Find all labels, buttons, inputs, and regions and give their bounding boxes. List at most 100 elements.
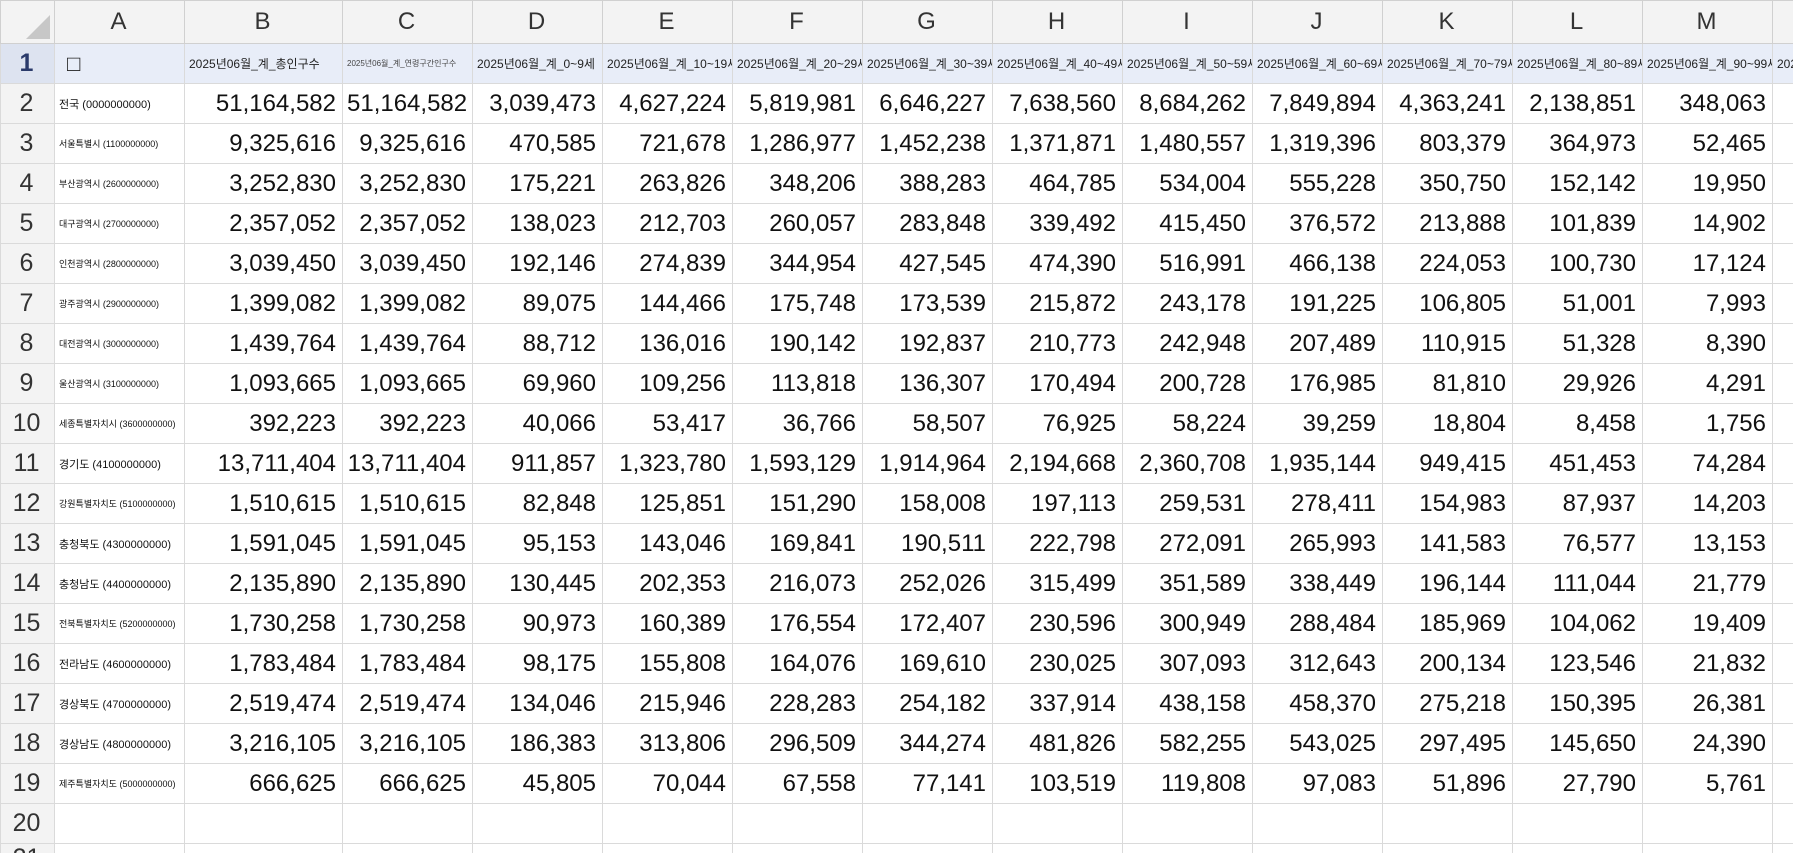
value-cell[interactable]: 51,164,582 — [184, 83, 343, 124]
region-name-cell[interactable]: 경상남도 (4800000000) — [54, 723, 185, 764]
value-cell[interactable]: 254,182 — [862, 683, 993, 724]
value-cell[interactable]: 215,946 — [602, 683, 733, 724]
row-header[interactable]: 8 — [0, 323, 55, 364]
value-cell[interactable]: 3,252,830 — [184, 163, 343, 204]
value-cell[interactable]: 175,221 — [472, 163, 603, 204]
value-cell[interactable]: 125,851 — [602, 483, 733, 524]
value-cell[interactable]: 58,224 — [1122, 403, 1253, 444]
value-cell[interactable]: 185,969 — [1382, 603, 1513, 644]
value-cell[interactable]: 207,489 — [1252, 323, 1383, 364]
select-all-corner[interactable] — [0, 0, 55, 44]
value-cell[interactable]: 170,494 — [992, 363, 1123, 404]
value-cell[interactable]: 77,141 — [862, 763, 993, 804]
empty-cell[interactable] — [1772, 483, 1793, 524]
empty-cell[interactable] — [862, 843, 993, 853]
value-cell[interactable]: 169,841 — [732, 523, 863, 564]
value-cell[interactable]: 17,124 — [1642, 243, 1773, 284]
empty-cell[interactable] — [1772, 163, 1793, 204]
row-header[interactable]: 3 — [0, 123, 55, 164]
column-header-F[interactable]: F — [732, 0, 863, 44]
empty-cell[interactable] — [472, 843, 603, 853]
column-header-G[interactable]: G — [862, 0, 993, 44]
value-cell[interactable]: 81,810 — [1382, 363, 1513, 404]
value-cell[interactable]: 164,076 — [732, 643, 863, 684]
value-cell[interactable]: 1,323,780 — [602, 443, 733, 484]
value-cell[interactable]: 14,902 — [1642, 203, 1773, 244]
value-cell[interactable]: 2,138,851 — [1512, 83, 1643, 124]
empty-cell[interactable] — [602, 803, 733, 844]
value-cell[interactable]: 344,274 — [862, 723, 993, 764]
value-cell[interactable]: 338,449 — [1252, 563, 1383, 604]
value-cell[interactable]: 344,954 — [732, 243, 863, 284]
value-cell[interactable]: 351,589 — [1122, 563, 1253, 604]
value-cell[interactable]: 1,452,238 — [862, 123, 993, 164]
value-cell[interactable]: 721,678 — [602, 123, 733, 164]
row-header[interactable]: 13 — [0, 523, 55, 564]
empty-cell[interactable] — [1772, 603, 1793, 644]
value-cell[interactable]: 337,914 — [992, 683, 1123, 724]
value-cell[interactable]: 1,399,082 — [184, 283, 343, 324]
empty-cell[interactable] — [732, 843, 863, 853]
value-cell[interactable]: 1,399,082 — [342, 283, 473, 324]
empty-cell[interactable] — [1772, 403, 1793, 444]
empty-cell[interactable] — [1772, 283, 1793, 324]
value-cell[interactable]: 3,252,830 — [342, 163, 473, 204]
empty-cell[interactable] — [1772, 123, 1793, 164]
value-cell[interactable]: 67,558 — [732, 763, 863, 804]
value-cell[interactable]: 192,146 — [472, 243, 603, 284]
value-cell[interactable]: 123,546 — [1512, 643, 1643, 684]
value-cell[interactable]: 76,925 — [992, 403, 1123, 444]
value-cell[interactable]: 415,450 — [1122, 203, 1253, 244]
value-cell[interactable]: 949,415 — [1382, 443, 1513, 484]
value-cell[interactable]: 265,993 — [1252, 523, 1383, 564]
header-cell[interactable]: 2025년06월_계_30~39세 — [862, 43, 993, 84]
empty-cell[interactable] — [1122, 843, 1253, 853]
value-cell[interactable]: 19,409 — [1642, 603, 1773, 644]
value-cell[interactable]: 911,857 — [472, 443, 603, 484]
value-cell[interactable]: 6,646,227 — [862, 83, 993, 124]
row-header[interactable]: 5 — [0, 203, 55, 244]
value-cell[interactable]: 260,057 — [732, 203, 863, 244]
value-cell[interactable]: 200,134 — [1382, 643, 1513, 684]
value-cell[interactable]: 200,728 — [1122, 363, 1253, 404]
value-cell[interactable]: 24,390 — [1642, 723, 1773, 764]
value-cell[interactable]: 134,046 — [472, 683, 603, 724]
value-cell[interactable]: 516,991 — [1122, 243, 1253, 284]
value-cell[interactable]: 145,650 — [1512, 723, 1643, 764]
value-cell[interactable]: 1,093,665 — [342, 363, 473, 404]
region-name-cell[interactable]: 세종특별자치시 (3600000000) — [54, 403, 185, 444]
value-cell[interactable]: 1,439,764 — [184, 323, 343, 364]
value-cell[interactable]: 14,203 — [1642, 483, 1773, 524]
row-header[interactable]: 11 — [0, 443, 55, 484]
value-cell[interactable]: 2,135,890 — [184, 563, 343, 604]
value-cell[interactable]: 288,484 — [1252, 603, 1383, 644]
value-cell[interactable]: 259,531 — [1122, 483, 1253, 524]
value-cell[interactable]: 1,730,258 — [184, 603, 343, 644]
column-header-H[interactable]: H — [992, 0, 1123, 44]
value-cell[interactable]: 252,026 — [862, 563, 993, 604]
row-header[interactable]: 12 — [0, 483, 55, 524]
value-cell[interactable]: 7,993 — [1642, 283, 1773, 324]
value-cell[interactable]: 1,510,615 — [184, 483, 343, 524]
empty-cell[interactable] — [1772, 443, 1793, 484]
value-cell[interactable]: 312,643 — [1252, 643, 1383, 684]
value-cell[interactable]: 8,684,262 — [1122, 83, 1253, 124]
value-cell[interactable]: 212,703 — [602, 203, 733, 244]
value-cell[interactable]: 230,596 — [992, 603, 1123, 644]
value-cell[interactable]: 192,837 — [862, 323, 993, 364]
value-cell[interactable]: 666,625 — [342, 763, 473, 804]
value-cell[interactable]: 466,138 — [1252, 243, 1383, 284]
value-cell[interactable]: 666,625 — [184, 763, 343, 804]
value-cell[interactable]: 3,039,450 — [184, 243, 343, 284]
value-cell[interactable]: 388,283 — [862, 163, 993, 204]
empty-cell[interactable] — [1252, 803, 1383, 844]
value-cell[interactable]: 364,973 — [1512, 123, 1643, 164]
value-cell[interactable]: 190,142 — [732, 323, 863, 364]
value-cell[interactable]: 1,591,045 — [342, 523, 473, 564]
empty-cell[interactable] — [992, 803, 1123, 844]
value-cell[interactable]: 143,046 — [602, 523, 733, 564]
value-cell[interactable]: 474,390 — [992, 243, 1123, 284]
value-cell[interactable]: 1,783,484 — [184, 643, 343, 684]
value-cell[interactable]: 152,142 — [1512, 163, 1643, 204]
value-cell[interactable]: 136,016 — [602, 323, 733, 364]
